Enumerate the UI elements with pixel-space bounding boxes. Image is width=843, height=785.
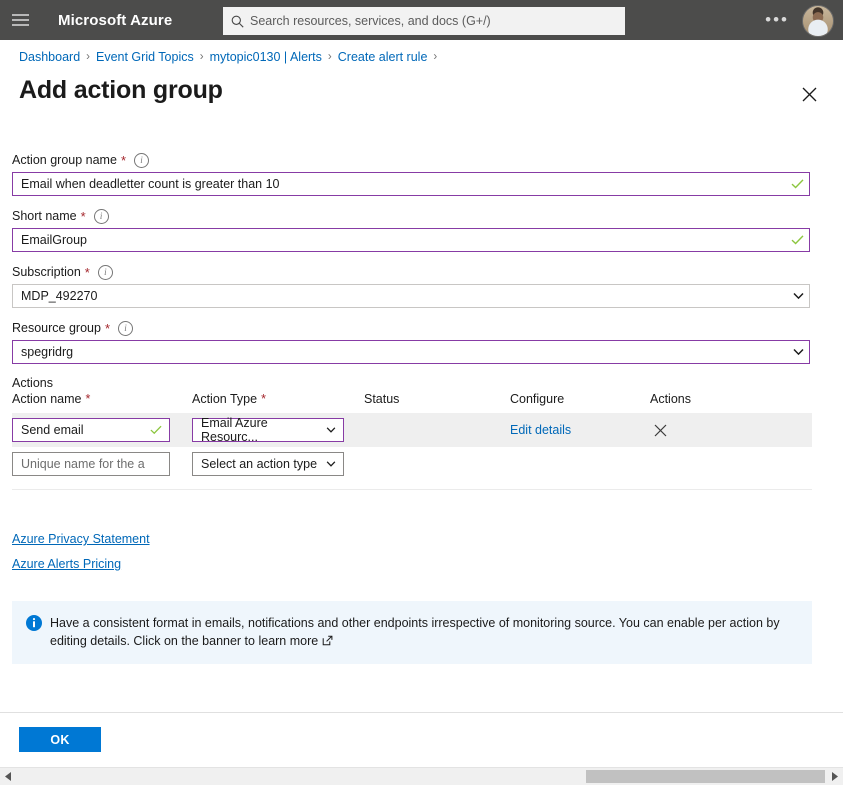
footer-links: Azure Privacy Statement Azure Alerts Pri… <box>12 532 150 582</box>
column-header-status: Status <box>364 392 400 406</box>
required-asterisk: * <box>85 392 91 406</box>
breadcrumb-item-create-alert-rule[interactable]: Create alert rule <box>338 50 428 64</box>
search-icon <box>224 8 250 34</box>
banner-message: Have a consistent format in emails, noti… <box>50 616 780 648</box>
column-header-action-type: Action Type * <box>192 392 364 406</box>
action-type-dropdown[interactable]: Email Azure Resourc... <box>192 416 344 444</box>
short-name-input[interactable] <box>12 228 810 252</box>
label-text: Resource group <box>12 321 101 335</box>
label-text: Subscription <box>12 265 81 279</box>
azure-alerts-pricing-link[interactable]: Azure Alerts Pricing <box>12 557 150 571</box>
info-icon[interactable]: i <box>93 208 109 224</box>
required-asterisk: * <box>84 264 90 280</box>
label-action-group-name: Action group name * i <box>12 152 812 168</box>
breadcrumb-item-mytopic-alerts[interactable]: mytopic0130 | Alerts <box>210 50 322 64</box>
ok-button[interactable]: OK <box>19 727 101 752</box>
table-bottom-divider <box>12 489 812 490</box>
actions-table: Action name * Action Type * Status Confi… <box>12 385 812 481</box>
ellipsis-icon[interactable]: ••• <box>765 0 789 40</box>
info-icon[interactable]: i <box>134 152 149 168</box>
global-search[interactable] <box>223 7 625 35</box>
info-filled-icon <box>26 614 48 651</box>
search-input[interactable] <box>250 9 624 33</box>
info-banner-text: Have a consistent format in emails, noti… <box>48 614 798 651</box>
column-header-action-name: Action name * <box>12 392 192 406</box>
label-resource-group: Resource group * i <box>12 320 812 336</box>
user-avatar[interactable] <box>802 5 834 37</box>
brand-title: Microsoft Azure <box>58 11 173 29</box>
label-subscription: Subscription * i <box>12 264 812 280</box>
external-link-icon[interactable] <box>322 633 333 651</box>
cell-actions <box>650 420 770 440</box>
field-action-group-name <box>12 172 812 196</box>
required-asterisk: * <box>120 152 126 168</box>
action-type-value: Email Azure Resourc... <box>201 416 268 444</box>
cell-action-type: Select an action type <box>192 452 364 476</box>
required-asterisk: * <box>104 320 111 336</box>
required-asterisk: * <box>261 392 266 406</box>
new-action-type-value: Select an action type <box>201 457 318 471</box>
avatar-image <box>803 6 833 36</box>
triangle-right-icon[interactable] <box>826 768 843 785</box>
column-header-configure: Configure <box>510 392 565 406</box>
column-label: Action name <box>12 392 82 406</box>
table-header-row: Action name * Action Type * Status Confi… <box>12 385 812 413</box>
subscription-dropdown[interactable]: MDP_492270 <box>12 284 810 308</box>
breadcrumb-item-dashboard[interactable]: Dashboard <box>19 50 80 64</box>
new-action-type-dropdown[interactable]: Select an action type <box>192 452 344 476</box>
label-text: Short name <box>12 209 77 223</box>
breadcrumb-separator: › <box>433 51 438 63</box>
blade-footer <box>0 712 843 768</box>
action-group-name-input[interactable] <box>12 172 810 196</box>
label-text: Action group name <box>12 153 117 167</box>
table-row[interactable]: Email Azure Resourc... Edit details <box>12 413 812 447</box>
hamburger-icon[interactable] <box>0 0 40 40</box>
breadcrumb-item-event-grid-topics[interactable]: Event Grid Topics <box>96 50 194 64</box>
edit-details-link[interactable]: Edit details <box>510 423 571 437</box>
new-action-name-input[interactable] <box>12 452 170 476</box>
info-banner[interactable]: Have a consistent format in emails, noti… <box>12 601 812 664</box>
azure-privacy-statement-link[interactable]: Azure Privacy Statement <box>12 532 150 546</box>
action-name-input[interactable] <box>12 418 170 442</box>
azure-portal-page: Microsoft Azure ••• Dashboard › Event Gr… <box>0 0 843 785</box>
breadcrumb-separator: › <box>199 51 204 63</box>
global-header: Microsoft Azure ••• <box>0 0 843 40</box>
triangle-left-icon[interactable] <box>0 768 17 785</box>
field-short-name <box>12 228 812 252</box>
info-icon[interactable]: i <box>118 320 134 336</box>
cell-action-name <box>12 418 192 442</box>
horizontal-scrollbar[interactable] <box>0 767 843 785</box>
required-asterisk: * <box>80 208 86 224</box>
resource-group-dropdown[interactable]: spegridrg <box>12 340 810 364</box>
breadcrumb-separator: › <box>327 51 332 63</box>
cell-action-type: Email Azure Resourc... <box>192 416 364 444</box>
resource-group-value: spegridrg <box>21 345 74 359</box>
breadcrumb-separator: › <box>86 51 90 63</box>
action-group-form: Action group name * i Short name * i <box>12 152 812 390</box>
close-icon[interactable] <box>797 82 821 106</box>
column-header-actions: Actions <box>650 392 691 406</box>
field-subscription: MDP_492270 <box>12 284 812 308</box>
info-icon[interactable]: i <box>97 264 113 280</box>
table-row[interactable]: Select an action type <box>12 447 812 481</box>
remove-action-icon[interactable] <box>650 420 670 440</box>
cell-configure: Edit details <box>510 423 650 437</box>
label-short-name: Short name * i <box>12 208 812 224</box>
subscription-value: MDP_492270 <box>21 289 98 303</box>
column-label: Action Type <box>192 392 258 406</box>
scrollbar-thumb[interactable] <box>586 770 825 783</box>
cell-action-name <box>12 452 192 476</box>
breadcrumb: Dashboard › Event Grid Topics › mytopic0… <box>19 50 443 64</box>
page-title: Add action group <box>19 76 223 104</box>
field-resource-group: spegridrg <box>12 340 812 364</box>
